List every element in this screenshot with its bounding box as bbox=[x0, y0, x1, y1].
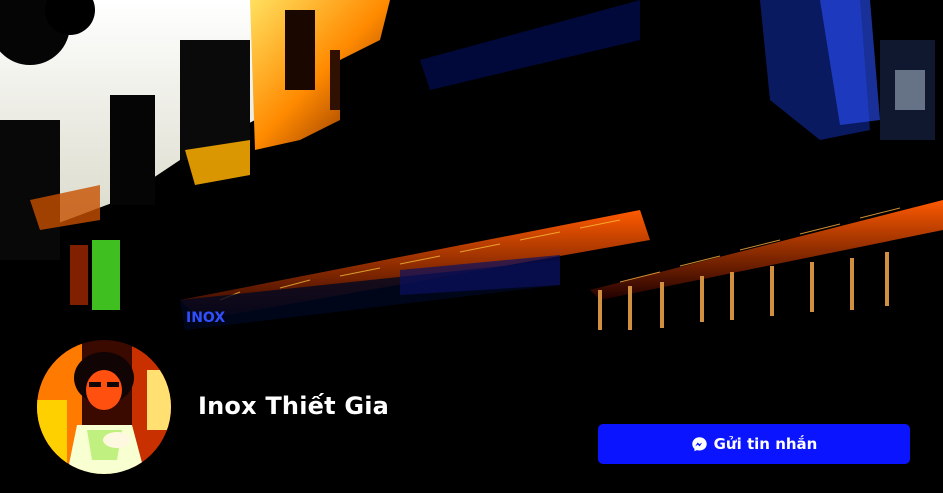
send-message-button[interactable]: Gửi tin nhắn bbox=[598, 424, 910, 464]
page-title: Inox Thiết Gia bbox=[198, 392, 390, 420]
profile-avatar[interactable] bbox=[37, 340, 171, 474]
send-message-label: Gửi tin nhắn bbox=[713, 435, 818, 453]
cover-sign-text: INOX bbox=[186, 310, 225, 326]
messenger-icon bbox=[691, 436, 708, 453]
avatar-image bbox=[37, 340, 171, 474]
